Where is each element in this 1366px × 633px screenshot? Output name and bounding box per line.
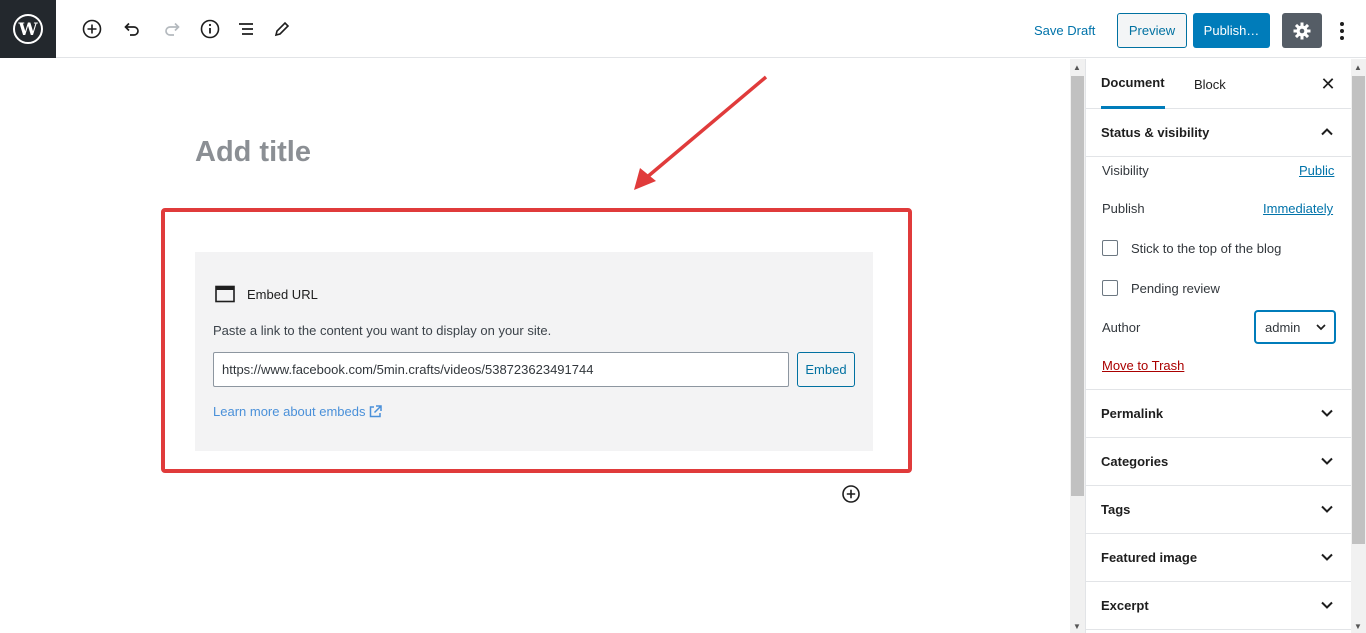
post-title-placeholder[interactable]: Add title xyxy=(195,136,311,169)
tags-panel-toggle[interactable]: Tags xyxy=(1086,486,1352,534)
redo-icon[interactable] xyxy=(160,17,184,41)
embed-header: Embed URL xyxy=(215,285,318,303)
embed-url-input[interactable] xyxy=(213,352,789,387)
tab-block[interactable]: Block xyxy=(1194,59,1226,109)
sticky-checkbox-row[interactable]: Stick to the top of the blog xyxy=(1102,240,1281,256)
featured-image-title: Featured image xyxy=(1101,550,1198,565)
tags-title: Tags xyxy=(1101,502,1131,517)
external-link-icon xyxy=(370,405,383,418)
categories-panel-toggle[interactable]: Categories xyxy=(1086,438,1352,486)
embed-button[interactable]: Embed xyxy=(797,352,855,387)
author-label: Author xyxy=(1102,320,1141,335)
svg-text:W: W xyxy=(17,20,38,40)
excerpt-title: Excerpt xyxy=(1101,598,1149,613)
chevron-up-icon xyxy=(1321,128,1333,136)
author-select[interactable]: admin xyxy=(1255,311,1335,343)
gear-icon xyxy=(1293,22,1311,39)
chevron-down-icon xyxy=(1321,457,1333,465)
info-icon[interactable] xyxy=(198,17,222,41)
sidebar-scrollbar-thumb[interactable] xyxy=(1352,76,1365,544)
more-options-icon[interactable] xyxy=(1330,13,1354,48)
status-visibility-panel-toggle[interactable]: Status & visibility xyxy=(1086,109,1352,157)
scroll-up-icon[interactable]: ▲ xyxy=(1073,63,1081,72)
chevron-down-icon xyxy=(1321,505,1333,513)
embed-window-icon xyxy=(215,285,235,303)
status-visibility-title: Status & visibility xyxy=(1101,125,1210,140)
chevron-down-icon xyxy=(1321,553,1333,561)
embed-title: Embed URL xyxy=(247,286,318,302)
tab-document[interactable]: Document xyxy=(1101,59,1165,109)
undo-icon[interactable] xyxy=(120,17,144,41)
save-draft-link[interactable]: Save Draft xyxy=(1034,23,1095,38)
settings-button[interactable] xyxy=(1282,13,1322,48)
scroll-down-icon[interactable]: ▼ xyxy=(1073,622,1081,631)
pending-review-checkbox[interactable] xyxy=(1102,280,1118,296)
settings-sidebar: Document Block ✕ Status & visibility Vis… xyxy=(1085,59,1352,633)
sidebar-scrollbar[interactable]: ▲ ▼ xyxy=(1351,59,1366,633)
featured-image-panel-toggle[interactable]: Featured image xyxy=(1086,534,1352,582)
learn-more-label: Learn more about embeds xyxy=(213,404,366,419)
embed-block: Embed URL Paste a link to the content yo… xyxy=(195,252,873,451)
visibility-value-link[interactable]: Public xyxy=(1299,163,1334,178)
publish-button[interactable]: Publish… xyxy=(1193,13,1270,48)
annotation-arrow-icon xyxy=(634,75,768,190)
add-block-icon[interactable] xyxy=(80,17,104,41)
move-to-trash-link[interactable]: Move to Trash xyxy=(1102,358,1184,373)
scroll-down-icon[interactable]: ▼ xyxy=(1354,622,1362,631)
publish-date-link[interactable]: Immediately xyxy=(1263,201,1333,216)
sidebar-tabs: Document Block ✕ xyxy=(1086,59,1352,109)
pending-review-label: Pending review xyxy=(1131,280,1220,296)
sticky-checkbox[interactable] xyxy=(1102,240,1118,256)
categories-title: Categories xyxy=(1101,454,1169,469)
pending-checkbox-row[interactable]: Pending review xyxy=(1102,280,1220,296)
author-value: admin xyxy=(1265,319,1301,335)
chevron-down-icon xyxy=(1316,324,1326,331)
preview-button[interactable]: Preview xyxy=(1117,13,1187,48)
editor-scrollbar[interactable]: ▲ ▼ xyxy=(1070,59,1085,633)
permalink-title: Permalink xyxy=(1101,406,1164,421)
inline-add-block-icon[interactable] xyxy=(841,484,861,504)
editor-scrollbar-thumb[interactable] xyxy=(1071,76,1084,496)
wordpress-logo-icon[interactable]: W xyxy=(0,0,56,58)
publish-label: Publish xyxy=(1102,201,1145,216)
chevron-down-icon xyxy=(1321,409,1333,417)
learn-more-embeds-link[interactable]: Learn more about embeds xyxy=(213,404,383,419)
edit-tool-icon[interactable] xyxy=(270,17,294,41)
editor-canvas: Add title Embed URL Paste a link to the … xyxy=(0,59,1070,633)
permalink-panel-toggle[interactable]: Permalink xyxy=(1086,390,1352,438)
scroll-up-icon[interactable]: ▲ xyxy=(1354,63,1362,72)
outline-icon[interactable] xyxy=(234,17,258,41)
chevron-down-icon xyxy=(1321,601,1333,609)
sticky-label: Stick to the top of the blog xyxy=(1131,240,1282,256)
embed-description: Paste a link to the content you want to … xyxy=(213,323,552,338)
visibility-label: Visibility xyxy=(1102,163,1149,178)
excerpt-panel-toggle[interactable]: Excerpt xyxy=(1086,582,1352,630)
top-toolbar: W Save Draft Preview Publish… xyxy=(0,0,1366,58)
close-icon[interactable]: ✕ xyxy=(1318,74,1338,94)
